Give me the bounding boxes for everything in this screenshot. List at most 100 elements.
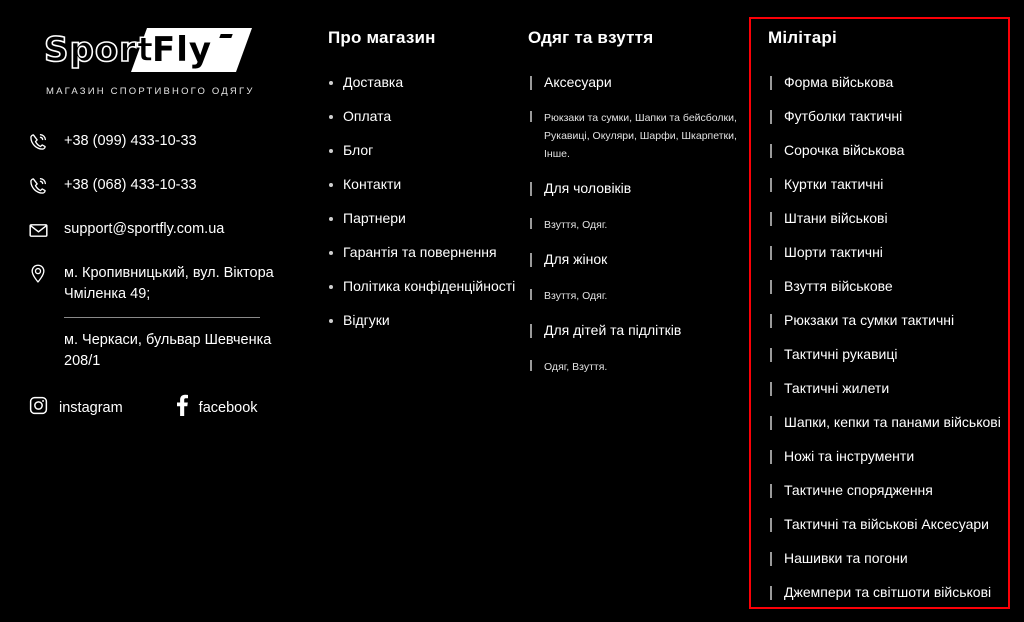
instagram-icon [28, 395, 49, 421]
military-link-footwear[interactable]: Взуття військове [768, 278, 893, 294]
military-link-tshirts[interactable]: Футболки тактичні [768, 108, 902, 124]
clothing-sub-women[interactable]: Взуття, Одяг. [528, 287, 607, 305]
about-link-partners[interactable]: Партнери [328, 210, 406, 226]
clothing-link-women[interactable]: Для жінок [528, 251, 607, 267]
list-item[interactable]: Доставка [328, 74, 518, 92]
about-link-privacy[interactable]: Політика конфіденційності [328, 278, 515, 294]
logo-text-fly: Fly [152, 30, 213, 70]
contact-phone-secondary-text: +38 (068) 433-10-33 [64, 177, 197, 193]
list-item[interactable]: Джемпери та світшоти військові [768, 584, 1003, 602]
column-title-clothing: Одяг та взуття [528, 28, 654, 47]
location-pin-icon [28, 263, 54, 285]
list-item[interactable]: Взуття, Одяг. [528, 215, 733, 234]
logo-accent-mark [219, 34, 233, 38]
list-item[interactable]: Для жінок [528, 251, 733, 269]
phone-icon [28, 175, 54, 197]
list-item[interactable]: Відгуки [328, 312, 518, 330]
list-item[interactable]: Політика конфіденційності [328, 278, 518, 296]
about-link-blog[interactable]: Блог [328, 142, 373, 158]
list-item[interactable]: Рюкзаки та сумки, Шапки та бейсболки, Ру… [528, 109, 737, 163]
mail-icon [28, 219, 54, 241]
military-link-gloves[interactable]: Тактичні рукавиці [768, 346, 897, 362]
address-divider [64, 317, 260, 318]
about-link-reviews[interactable]: Відгуки [328, 312, 390, 328]
social-link-facebook[interactable]: facebook [175, 394, 258, 421]
clothing-link-kids[interactable]: Для дітей та підлітків [528, 322, 681, 338]
military-link-sweaters[interactable]: Джемпери та світшоти військові [768, 584, 991, 600]
list-item[interactable]: Рюкзаки та сумки тактичні [768, 312, 1003, 330]
list-item[interactable]: Шорти тактичні [768, 244, 1003, 262]
list-item[interactable]: Сорочка військова [768, 142, 1003, 160]
list-item[interactable]: Ножі та інструменти [768, 448, 1003, 466]
list-item[interactable]: Тактичні та військові Аксесуари [768, 516, 1003, 534]
footer-column-clothing: Одяг та взуття Аксесуари Рюкзаки та сумк… [528, 28, 737, 393]
social-label-instagram: instagram [59, 399, 123, 416]
list-item[interactable]: Для дітей та підлітків [528, 322, 733, 340]
list-item[interactable]: Куртки тактичні [768, 176, 1003, 194]
military-link-headwear[interactable]: Шапки, кепки та панами військові [768, 414, 1001, 430]
contact-address-primary-text: м. Кропивницький, вул. Віктора Чміленка … [64, 265, 274, 302]
contact-email-text: support@sportfly.com.ua [64, 221, 225, 237]
list-item[interactable]: Тактичне спорядження [768, 482, 1003, 500]
military-link-accessories[interactable]: Тактичні та військові Аксесуари [768, 516, 989, 532]
clothing-link-men[interactable]: Для чоловіків [528, 180, 631, 196]
list-item[interactable]: Тактичні жилети [768, 380, 1003, 398]
list-item[interactable]: Нашивки та погони [768, 550, 1003, 568]
list-item[interactable]: Шапки, кепки та панами військові [768, 414, 1003, 432]
list-item[interactable]: Тактичні рукавиці [768, 346, 1003, 364]
phone-icon [28, 131, 54, 153]
logo-text-sport: Sport [43, 29, 155, 71]
list-item[interactable]: Одяг, Взуття. [528, 357, 733, 376]
list-item[interactable]: Для чоловіків [528, 180, 733, 198]
list-item[interactable]: Взуття, Одяг. [528, 286, 733, 305]
contact-phone-secondary[interactable]: +38 (068) 433-10-33 [28, 175, 308, 197]
list-item[interactable]: Контакти [328, 176, 518, 194]
military-link-backpacks[interactable]: Рюкзаки та сумки тактичні [768, 312, 954, 328]
list-item[interactable]: Блог [328, 142, 518, 160]
clothing-sub-accessories[interactable]: Рюкзаки та сумки, Шапки та бейсболки, Ру… [528, 109, 742, 163]
column-title-about: Про магазин [328, 28, 436, 47]
military-link-vests[interactable]: Тактичні жилети [768, 380, 889, 396]
footer-column-military: Мілітарі Форма військова Футболки тактич… [768, 28, 1003, 618]
footer-brand-column: Sport Fly магазин спортивного одягу +38 … [28, 28, 308, 421]
list-item[interactable]: Гарантія та повернення [328, 244, 518, 262]
social-link-instagram[interactable]: instagram [28, 395, 123, 421]
about-link-warranty[interactable]: Гарантія та повернення [328, 244, 497, 260]
military-link-list: Форма військова Футболки тактичні Сорочк… [768, 74, 1003, 602]
contact-address-secondary[interactable]: м. Черкаси, бульвар Шевченка 208/1 [64, 330, 308, 372]
about-link-contacts[interactable]: Контакти [328, 176, 401, 192]
military-link-uniform[interactable]: Форма військова [768, 74, 893, 90]
military-link-patches[interactable]: Нашивки та погони [768, 550, 908, 566]
contact-phone-primary-text: +38 (099) 433-10-33 [64, 133, 197, 149]
list-item[interactable]: Взуття військове [768, 278, 1003, 296]
military-link-pants[interactable]: Штани військові [768, 210, 888, 226]
contact-address-primary[interactable]: м. Кропивницький, вул. Віктора Чміленка … [28, 263, 308, 305]
clothing-link-accessories[interactable]: Аксесуари [528, 74, 612, 90]
military-link-gear[interactable]: Тактичне спорядження [768, 482, 933, 498]
clothing-sub-kids[interactable]: Одяг, Взуття. [528, 358, 607, 376]
contact-phone-primary[interactable]: +38 (099) 433-10-33 [28, 131, 308, 153]
about-link-delivery[interactable]: Доставка [328, 74, 403, 90]
clothing-sub-men[interactable]: Взуття, Одяг. [528, 216, 607, 234]
list-item[interactable]: Оплата [328, 108, 518, 126]
about-link-list: Доставка Оплата Блог Контакти Партнери Г… [328, 74, 518, 330]
list-item[interactable]: Аксесуари [528, 74, 733, 92]
military-link-shirt[interactable]: Сорочка військова [768, 142, 904, 158]
site-footer: Sport Fly магазин спортивного одягу +38 … [0, 0, 1024, 622]
logo-tagline: магазин спортивного одягу [46, 86, 255, 97]
site-logo[interactable]: Sport Fly [43, 28, 253, 80]
contact-list: +38 (099) 433-10-33 +38 (068) 433-10-33 [28, 131, 308, 421]
facebook-icon [175, 394, 189, 421]
column-title-military: Мілітарі [768, 28, 837, 47]
contact-email[interactable]: support@sportfly.com.ua [28, 219, 308, 241]
about-link-payment[interactable]: Оплата [328, 108, 391, 124]
military-link-knives[interactable]: Ножі та інструменти [768, 448, 914, 464]
social-label-facebook: facebook [198, 399, 258, 416]
list-item[interactable]: Футболки тактичні [768, 108, 1003, 126]
military-link-shorts[interactable]: Шорти тактичні [768, 244, 883, 260]
military-link-jackets[interactable]: Куртки тактичні [768, 176, 883, 192]
list-item[interactable]: Партнери [328, 210, 518, 228]
social-links: instagram facebook [28, 394, 308, 421]
list-item[interactable]: Штани військові [768, 210, 1003, 228]
list-item[interactable]: Форма військова [768, 74, 1003, 92]
